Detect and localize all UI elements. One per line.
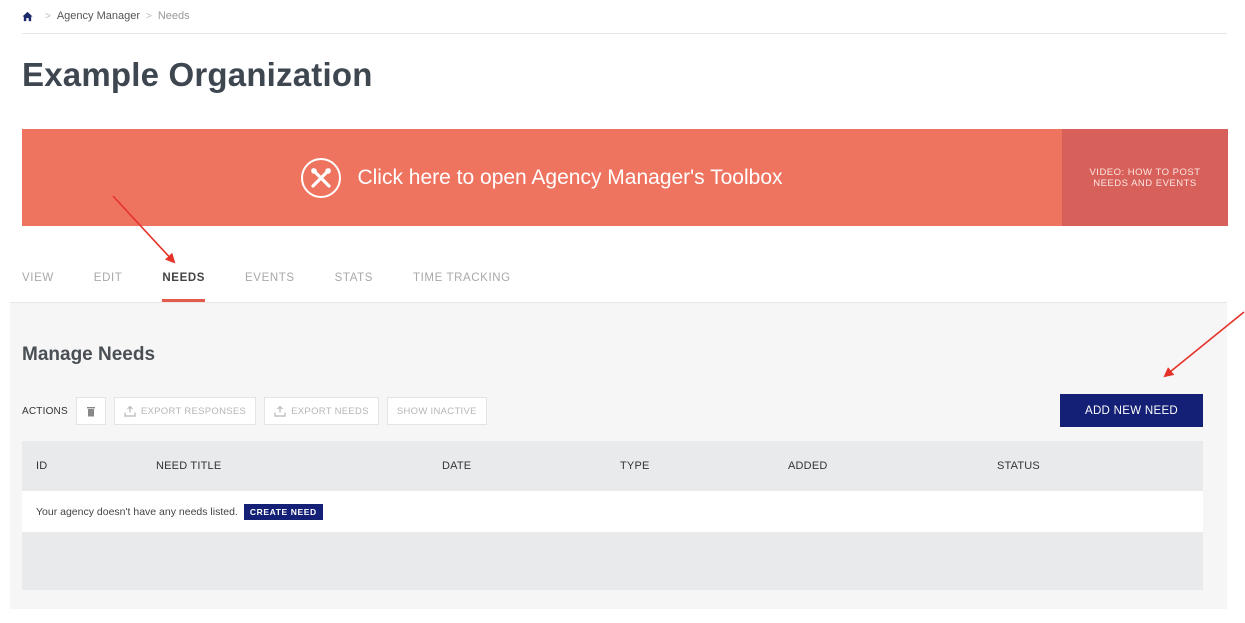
tab-stats[interactable]: STATS: [335, 272, 373, 302]
column-header-id[interactable]: ID: [36, 460, 47, 472]
delete-button[interactable]: [75, 397, 106, 425]
page-title: Example Organization: [22, 56, 373, 93]
export-icon: [274, 405, 286, 417]
create-need-button[interactable]: CREATE NEED: [243, 503, 323, 520]
export-responses-label: EXPORT RESPONSES: [140, 405, 247, 417]
tab-events[interactable]: EVENTS: [245, 272, 295, 302]
tab-view[interactable]: VIEW: [22, 272, 54, 302]
breadcrumb-item-needs: Needs: [157, 10, 190, 22]
empty-state-message: Your agency doesn't have any needs liste…: [36, 505, 238, 518]
breadcrumb-separator: >: [45, 10, 51, 22]
show-inactive-button[interactable]: SHOW INACTIVE: [386, 397, 487, 425]
actions-bar: ACTIONS EXPORT RESPONSES EXPORT NEEDS SH…: [22, 397, 495, 425]
tab-needs[interactable]: NEEDS: [162, 272, 205, 302]
column-header-status[interactable]: STATUS: [997, 460, 1040, 472]
breadcrumb-separator: >: [146, 10, 152, 22]
column-header-type[interactable]: TYPE: [620, 460, 650, 472]
column-header-added[interactable]: ADDED: [788, 460, 828, 472]
breadcrumb-item-agency-manager[interactable]: Agency Manager: [57, 10, 140, 22]
actions-label: ACTIONS: [22, 405, 68, 417]
divider: [22, 33, 1227, 34]
breadcrumb: > Agency Manager > Needs: [22, 10, 190, 22]
tab-bar: VIEW EDIT NEEDS EVENTS STATS TIME TRACKI…: [22, 272, 551, 302]
table-header: ID NEED TITLE DATE TYPE ADDED STATUS: [22, 441, 1203, 491]
export-responses-button[interactable]: EXPORT RESPONSES: [113, 397, 257, 425]
home-icon[interactable]: [22, 11, 33, 22]
export-needs-label: EXPORT NEEDS: [291, 405, 369, 417]
toolbox-banner-text: Click here to open Agency Manager's Tool…: [357, 165, 783, 189]
open-toolbox-button[interactable]: Click here to open Agency Manager's Tool…: [22, 129, 1062, 226]
export-needs-button[interactable]: EXPORT NEEDS: [264, 397, 379, 425]
tab-time-tracking[interactable]: TIME TRACKING: [413, 272, 511, 302]
add-new-need-button[interactable]: ADD NEW NEED: [1060, 394, 1203, 427]
needs-table: ID NEED TITLE DATE TYPE ADDED STATUS You…: [22, 441, 1203, 590]
toolbox-banner: Click here to open Agency Manager's Tool…: [22, 129, 1228, 226]
export-icon: [124, 405, 136, 417]
column-header-date[interactable]: DATE: [442, 460, 471, 472]
video-how-to-link[interactable]: VIDEO: HOW TO POST NEEDS AND EVENTS: [1062, 129, 1228, 226]
tools-icon: [301, 157, 342, 198]
empty-state-row: Your agency doesn't have any needs liste…: [22, 491, 1203, 532]
section-title: Manage Needs: [22, 344, 156, 365]
tab-edit[interactable]: EDIT: [94, 272, 123, 302]
trash-icon: [86, 406, 95, 416]
column-header-need-title[interactable]: NEED TITLE: [156, 460, 221, 472]
